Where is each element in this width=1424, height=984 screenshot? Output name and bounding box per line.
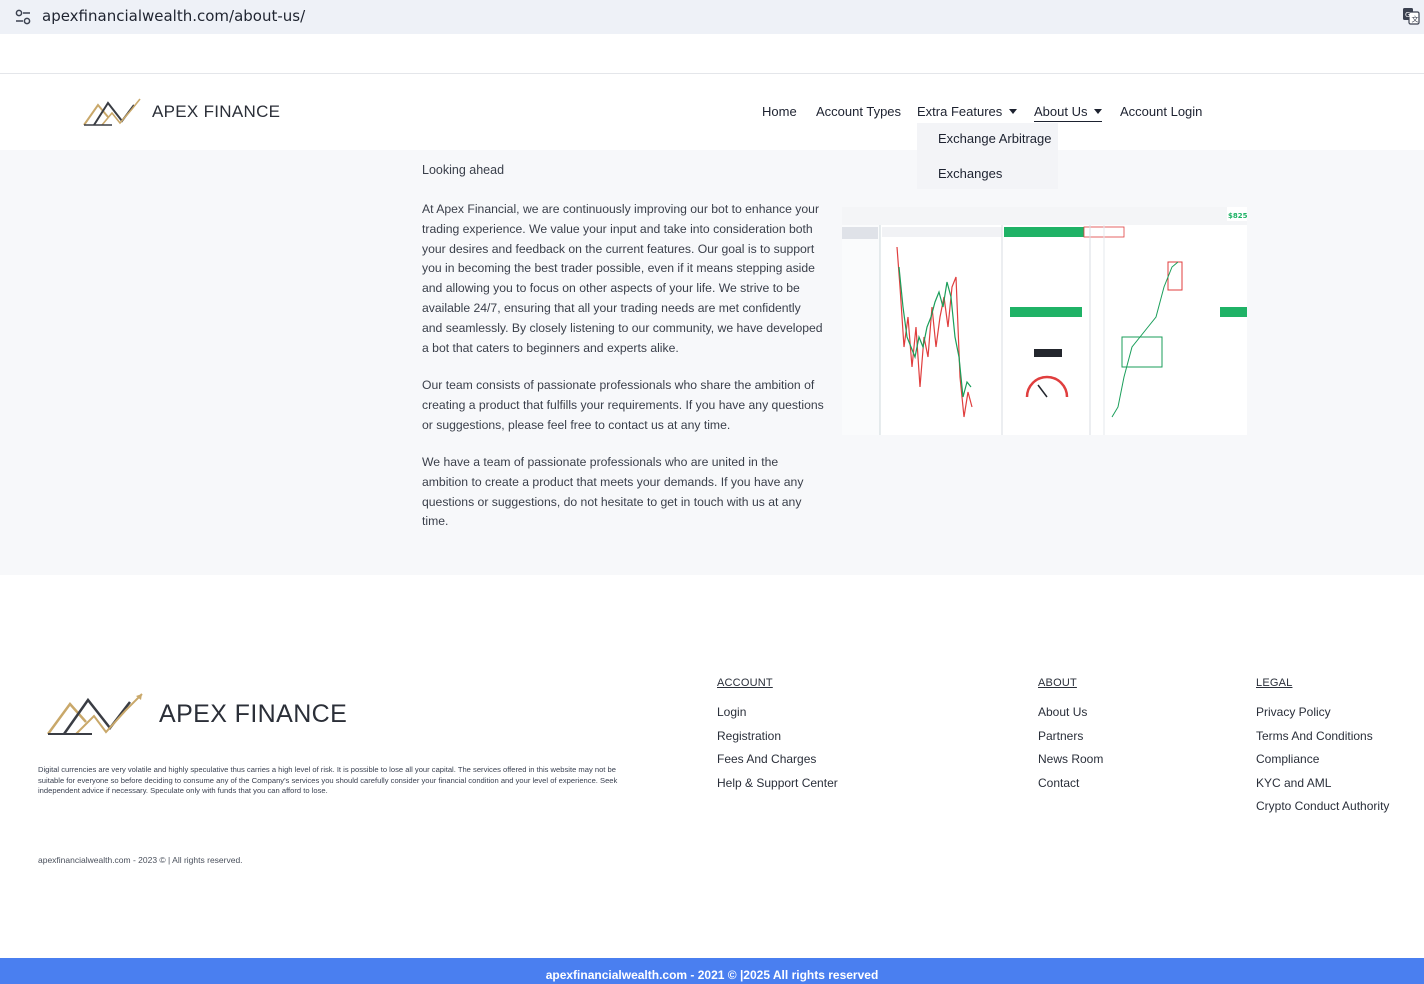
footer-column-legal: LEGAL Privacy Policy Terms And Condition… (1256, 677, 1389, 823)
dropdown-item-exchanges[interactable]: Exchanges (938, 166, 1002, 181)
footer-heading-about: ABOUT (1038, 677, 1077, 689)
nav-about-us[interactable]: About Us (1034, 104, 1103, 122)
brand-name[interactable]: APEX FINANCE (152, 102, 280, 122)
nav-about-us-label: About Us (1034, 104, 1088, 119)
footer-link-help[interactable]: Help & Support Center (717, 776, 838, 800)
svg-text:$825: $825 (1228, 212, 1247, 220)
nav-extra-features-label: Extra Features (917, 104, 1003, 119)
paragraph-3: We have a team of passionate professiona… (422, 455, 804, 529)
footer-link-login[interactable]: Login (717, 705, 838, 729)
bottom-copyright-bar: apexfinancialwealth.com - 2021 © |2025 A… (0, 958, 1424, 984)
footer-link-fees[interactable]: Fees And Charges (717, 752, 838, 776)
section-heading: Looking ahead (422, 163, 505, 177)
caret-down-icon (1009, 109, 1018, 114)
footer-link-contact[interactable]: Contact (1038, 776, 1103, 800)
translate-icon[interactable]: G 文 (1402, 7, 1420, 25)
footer-link-kyc[interactable]: KYC and AML (1256, 776, 1389, 800)
site-settings-icon[interactable] (14, 8, 32, 26)
footer-link-compliance[interactable]: Compliance (1256, 752, 1389, 776)
footer-link-privacy[interactable]: Privacy Policy (1256, 705, 1389, 729)
risk-disclaimer: Digital currencies are very volatile and… (38, 765, 618, 796)
svg-text:文: 文 (1412, 15, 1419, 24)
footer-link-crypto-conduct[interactable]: Crypto Conduct Authority (1256, 799, 1389, 823)
footer-column-account: ACCOUNT Login Registration Fees And Char… (717, 677, 838, 799)
svg-text:G: G (1405, 11, 1410, 19)
about-section: Looking ahead At Apex Financial, we are … (0, 150, 1424, 575)
browser-address-bar: apexfinancialwealth.com/about-us/ G 文 (0, 0, 1424, 34)
nav-account-types[interactable]: Account Types (816, 104, 901, 119)
dropdown-item-exchange-arbitrage[interactable]: Exchange Arbitrage (938, 131, 1051, 146)
footer-link-registration[interactable]: Registration (717, 729, 838, 753)
apex-logo-icon[interactable] (82, 95, 146, 127)
footer-heading-account: ACCOUNT (717, 677, 773, 689)
paragraph-1: At Apex Financial, we are continuously i… (422, 202, 823, 355)
footer-brand-name[interactable]: APEX FINANCE (159, 700, 347, 729)
trading-dashboard-image: $825 (842, 207, 1247, 435)
footer-link-about-us[interactable]: About Us (1038, 705, 1103, 729)
paragraph-2: Our team consists of passionate professi… (422, 378, 824, 432)
nav-account-login[interactable]: Account Login (1120, 104, 1202, 119)
caret-down-icon (1094, 109, 1103, 114)
bottom-copyright-text: apexfinancialwealth.com - 2021 © |2025 A… (545, 968, 879, 982)
footer-column-about: ABOUT About Us Partners News Room Contac… (1038, 677, 1103, 799)
footer-heading-legal: LEGAL (1256, 677, 1293, 689)
trading-dashboard-illustration: $825 (842, 207, 1247, 435)
header-divider (0, 73, 1424, 74)
footer-copyright: apexfinancialwealth.com - 2023 © | All r… (38, 855, 243, 865)
about-us-dropdown: Exchange Arbitrage Exchanges (917, 123, 1058, 189)
footer-link-news-room[interactable]: News Room (1038, 752, 1103, 776)
footer-logo-icon[interactable] (44, 688, 150, 738)
nav-home[interactable]: Home (762, 104, 797, 119)
footer-link-terms[interactable]: Terms And Conditions (1256, 729, 1389, 753)
url-text[interactable]: apexfinancialwealth.com/about-us/ (42, 7, 305, 25)
footer-link-partners[interactable]: Partners (1038, 729, 1103, 753)
nav-extra-features[interactable]: Extra Features (917, 104, 1018, 119)
